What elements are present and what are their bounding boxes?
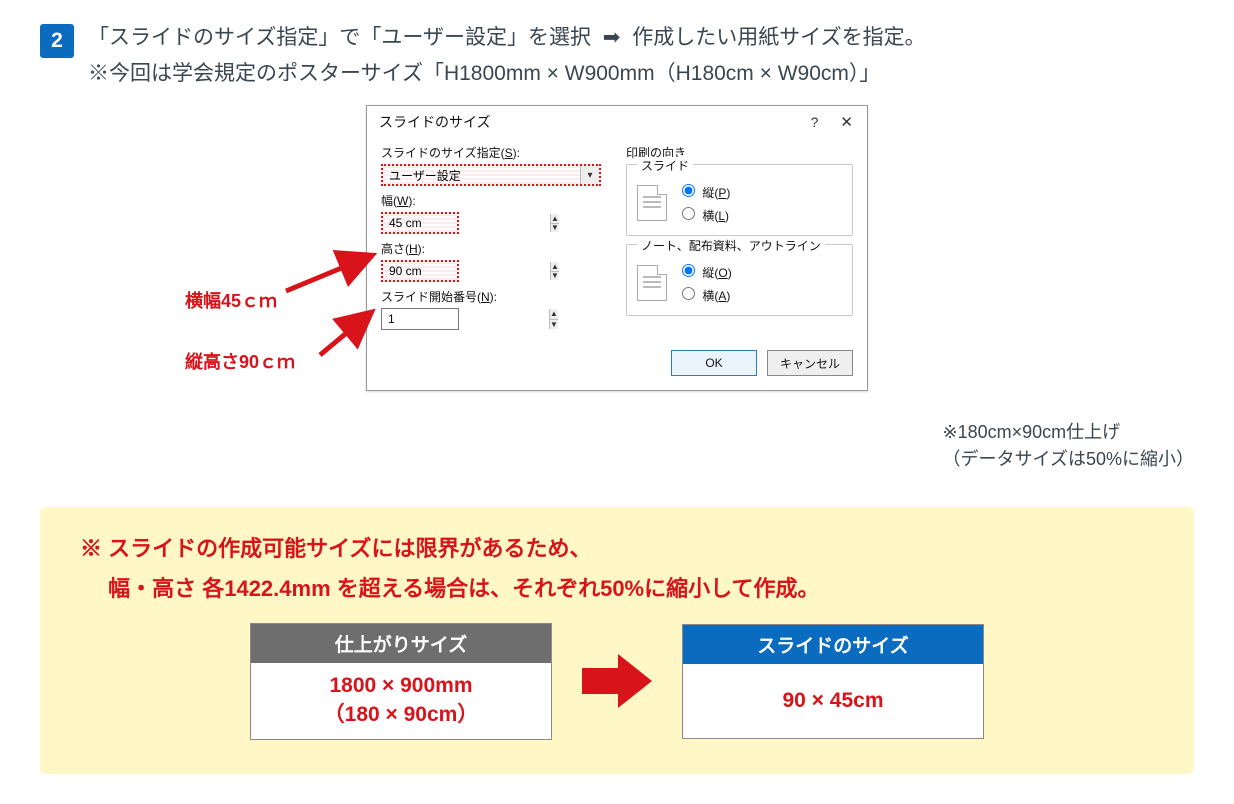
label-width-u: W [397,194,408,208]
cancel-button[interactable]: キャンセル [767,350,853,376]
height-input[interactable] [383,262,550,280]
width-input[interactable] [383,214,550,232]
radio-notes-portrait-input[interactable] [682,264,695,277]
label-startno-u: N [481,290,490,304]
legend-notes: ノート、配布資料、アウトライン [637,237,825,254]
step-line1-b: 作成したい用紙サイズを指定。 [632,26,925,49]
note-heading: ※ スライドの作成可能サイズには限界があるため、 幅・高さ 各1422.4mm … [80,529,1154,608]
radio-notes-portrait-e: ) [728,266,732,280]
step-instruction: 「スライドのサイズ指定」で「ユーザー設定」を選択 ➡ 作成したい用紙サイズを指定… [88,20,926,91]
radio-notes-portrait-u: O [718,266,727,280]
slide-size-body: 90 × 45cm [683,664,983,737]
slide-size-head: スライドのサイズ [683,625,983,664]
preset-dropdown-value[interactable] [383,166,580,184]
step-number-badge: 2 [40,24,74,58]
radio-slide-portrait[interactable]: 縦(P) [677,181,730,201]
radio-slide-landscape-a: 横( [702,209,718,223]
label-size-spec-a: スライドのサイズ指定( [381,146,505,160]
important-note-box: ※ スライドの作成可能サイズには限界があるため、 幅・高さ 各1422.4mm … [40,507,1194,774]
slide-size-dialog: スライドのサイズ ? ✕ スライドのサイズ指定(S): ▾ [366,105,868,391]
right-side-note: ※180cm×90cm仕上げ （データサイズは50%に縮小） [943,419,1195,473]
height-spin-buttons[interactable]: ▲▼ [550,262,559,280]
radio-notes-landscape-a: 横( [702,289,718,303]
label-height-u: H [409,242,418,256]
step-line1-a: 「スライドのサイズ指定」で「ユーザー設定」を選択 [88,26,591,49]
label-size-spec-e: ): [513,146,520,160]
label-start-number: スライド開始番号(N): [381,288,616,305]
page-portrait-icon-2 [637,265,667,301]
start-number-spin-buttons[interactable]: ▲▼ [549,309,558,329]
callout-width: 横幅45ｃｍ [185,287,277,313]
start-number-stepper[interactable]: ▲▼ [381,308,459,330]
label-size-spec-u: S [505,146,513,160]
step-line2: ※今回は学会規定のポスターサイズ「H1800mm × W900mm（H180cm… [88,62,880,85]
fieldset-slide-orientation: スライド 縦(P) [626,164,853,236]
radio-notes-portrait-a: 縦( [702,266,718,280]
dialog-titlebar: スライドのサイズ ? ✕ [367,106,867,136]
radio-notes-landscape-e: ) [726,289,730,303]
radio-notes-portrait[interactable]: 縦(O) [677,261,732,281]
width-stepper[interactable]: ▲▼ [381,212,459,234]
width-spin-buttons[interactable]: ▲▼ [550,214,559,232]
note-heading-line2: 幅・高さ 各1422.4mm を超える場合は、それぞれ50%に縮小して作成。 [80,569,1154,609]
radio-slide-portrait-a: 縦( [702,186,718,200]
preset-dropdown[interactable]: ▾ [381,164,601,186]
radio-slide-portrait-input[interactable] [682,184,695,197]
start-number-input[interactable] [382,310,549,328]
finish-size-body: 1800 × 900mm （180 × 90cm） [251,663,551,740]
callout-height: 縦高さ90ｃｍ [185,348,295,374]
slide-size-card: スライドのサイズ 90 × 45cm [682,624,984,738]
close-icon[interactable]: ✕ [836,113,857,131]
arrow-right-icon: ➡ [597,26,627,49]
big-arrow-icon [582,654,652,708]
slide-size-l1: 90 × 45cm [683,686,983,715]
label-startno-e: ): [490,290,497,304]
page-portrait-icon [637,185,667,221]
step-header: 2 「スライドのサイズ指定」で「ユーザー設定」を選択 ➡ 作成したい用紙サイズを… [40,20,1194,91]
label-width-a: 幅( [381,194,397,208]
finish-size-l1: 1800 × 900mm [251,671,551,700]
radio-notes-landscape[interactable]: 横(A) [677,284,732,304]
label-height: 高さ(H): [381,240,616,257]
radio-slide-landscape-e: ) [725,209,729,223]
label-height-a: 高さ( [381,242,409,256]
label-height-e: ): [418,242,425,256]
label-size-spec: スライドのサイズ指定(S): [381,144,616,161]
radio-slide-landscape-input[interactable] [682,207,695,220]
label-startno-a: スライド開始番号( [381,290,481,304]
right-note-line1: ※180cm×90cm仕上げ [943,419,1195,446]
label-width-e: ): [408,194,415,208]
dialog-title: スライドのサイズ [379,112,491,132]
right-note-line2: （データサイズは50%に縮小） [943,446,1195,473]
radio-slide-landscape[interactable]: 横(L) [677,204,730,224]
label-width: 幅(W): [381,192,616,209]
note-heading-line1: ※ スライドの作成可能サイズには限界があるため、 [80,529,1154,569]
ok-button[interactable]: OK [671,350,757,376]
finish-size-l2: （180 × 90cm） [251,700,551,729]
finish-size-card: 仕上がりサイズ 1800 × 900mm （180 × 90cm） [250,623,552,741]
finish-size-head: 仕上がりサイズ [251,624,551,663]
radio-notes-landscape-input[interactable] [682,287,695,300]
height-stepper[interactable]: ▲▼ [381,260,459,282]
legend-slide: スライド [637,157,693,174]
help-icon[interactable]: ? [811,114,819,130]
fieldset-notes-orientation: ノート、配布資料、アウトライン 縦(O) [626,244,853,316]
chevron-down-icon[interactable]: ▾ [580,166,599,184]
radio-slide-portrait-e: ) [726,186,730,200]
